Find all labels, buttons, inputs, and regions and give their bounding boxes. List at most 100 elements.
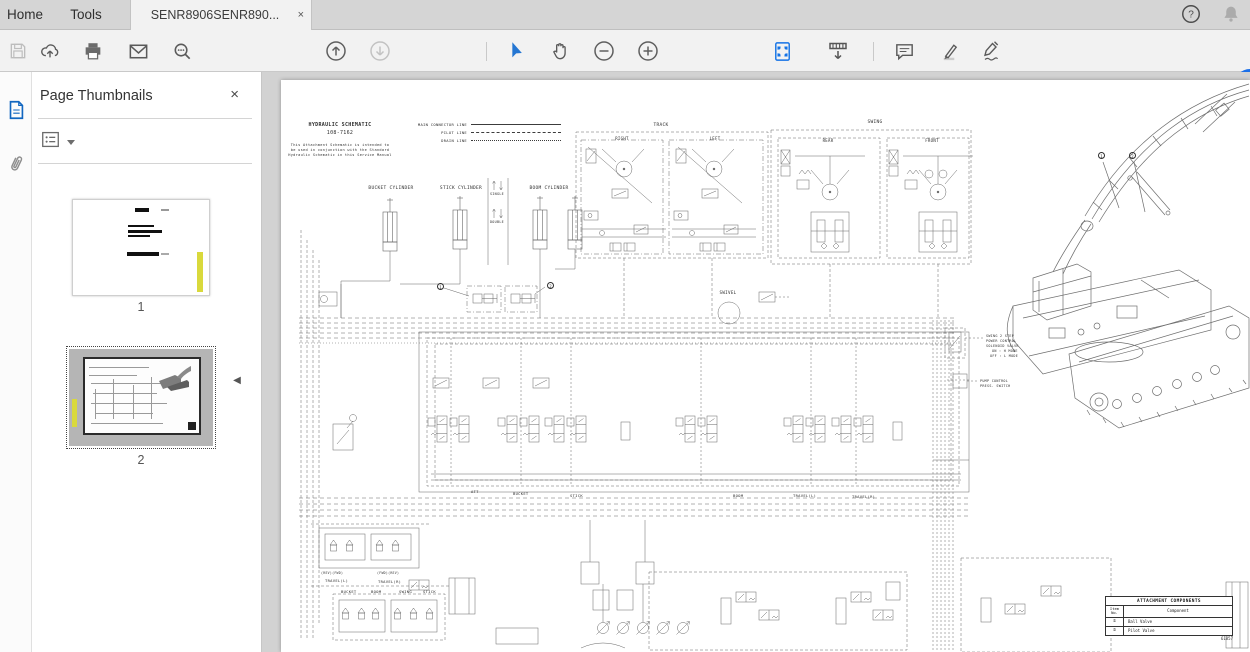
table-row: ① Ball Valve — [1106, 618, 1232, 627]
schematic-label: SWING — [867, 121, 882, 126]
tab-bar: Home Tools SENR8906SENR890... × ? — [0, 0, 1250, 30]
attachments-tab[interactable] — [4, 152, 28, 176]
schematic-label: RIGHT — [615, 137, 629, 141]
comment-button[interactable] — [892, 39, 916, 63]
fit-page-icon — [771, 40, 794, 63]
acrobat-window: Home Tools SENR8906SENR890... × ? — [0, 0, 1250, 652]
zoom-in-button[interactable] — [636, 39, 660, 63]
schematic-label: TRAVEL(L) — [325, 579, 348, 583]
tab-home[interactable]: Home — [0, 0, 50, 30]
schematic-callout: 2 — [547, 282, 554, 289]
close-tab-icon[interactable]: × — [298, 0, 304, 30]
close-panel-button[interactable]: × — [230, 86, 239, 103]
schematic-label: SOLENOID VALVE — [986, 345, 1019, 348]
schematic-label: FRONT — [925, 139, 939, 143]
page-thumbnails-icon — [5, 98, 27, 122]
schematic-label: STICK CYLINDER — [440, 187, 482, 192]
page-2-number: 2 — [66, 453, 216, 467]
thumbnail-page-2-selected[interactable]: 2 — [66, 346, 216, 467]
notifications-button[interactable] — [1220, 3, 1242, 30]
table-row: ② Pilot Valve — [1106, 627, 1232, 635]
line-legend: MAIN CONNECTOR LINE PILOT LINE DRAIN LIN… — [399, 120, 561, 144]
save-icon — [8, 41, 28, 61]
document-tab-title: SENR8906SENR890... — [151, 8, 280, 22]
page-down-button[interactable] — [368, 39, 392, 63]
share-upload-button[interactable] — [38, 39, 62, 63]
paperclip-icon — [1, 148, 32, 181]
sign-button[interactable] — [979, 39, 1003, 63]
schematic-label: SWING 2 STEP — [986, 335, 1014, 338]
print-icon — [82, 40, 104, 62]
select-cursor-icon — [505, 40, 527, 62]
save-button[interactable] — [6, 39, 30, 63]
drawing-number: 61857 — [1181, 636, 1233, 641]
legend-label: DRAIN LINE — [399, 138, 467, 143]
schematic-label: HYDRAULIC SCHEMATIC — [309, 123, 372, 128]
panel-title: Page Thumbnails — [40, 88, 153, 104]
excavator-drawing — [1007, 84, 1249, 428]
minus-circle-icon — [592, 39, 616, 63]
zoom-out-button[interactable] — [592, 39, 616, 63]
schematic-label: (REV)(FWD) — [321, 572, 343, 575]
collapse-panel-button[interactable]: ◀ — [231, 368, 243, 394]
cloud-upload-icon — [39, 40, 61, 62]
schematic-label: TRACK — [653, 124, 668, 129]
email-button[interactable] — [126, 39, 150, 63]
schematic-label: BUCKET — [341, 590, 357, 594]
attachment-components-table: ATTACHMENT COMPONENTS ItemNo. Component … — [1105, 596, 1233, 636]
plus-circle-icon — [636, 39, 660, 63]
sign-pen-icon — [979, 39, 1003, 63]
bell-icon — [1220, 3, 1242, 25]
schematic-label: STICK — [570, 494, 583, 498]
toolbar-divider — [486, 42, 487, 61]
options-list-icon — [40, 130, 61, 149]
help-button[interactable]: ? — [1180, 3, 1202, 30]
fit-page-button[interactable] — [770, 39, 794, 63]
schematic-label: POWER CONTROL — [986, 340, 1016, 343]
schematic-label: TRAVEL(R) — [852, 495, 875, 499]
schematic-label: SINGLE — [490, 193, 504, 196]
schematic-label: Hydraulic Schematic in this Service Manu… — [288, 154, 391, 158]
schematic-label: STICK — [423, 590, 436, 594]
arrow-down-circle-icon — [368, 39, 392, 63]
table-title: ATTACHMENT COMPONENTS — [1106, 597, 1232, 606]
schematic-label: PRESS. SWITCH — [980, 385, 1010, 388]
schematic-label: BOOM — [371, 590, 381, 594]
page-1-preview — [72, 199, 210, 296]
tab-document[interactable]: SENR8906SENR890... × — [130, 0, 312, 30]
schematic-label: SWIVEL — [720, 291, 737, 295]
panel-divider — [38, 118, 252, 119]
schematic-label: OFF : L MODE — [990, 355, 1018, 358]
svg-text:?: ? — [1188, 10, 1194, 21]
hand-tool-button[interactable] — [548, 39, 572, 63]
main-toolbar: / 2 33.3% — [0, 30, 1250, 72]
schematic-label: BUCKET — [513, 492, 529, 496]
options-dropdown-caret[interactable] — [67, 140, 75, 145]
legend-dotted-line — [471, 140, 561, 141]
schematic-label: LEFT — [710, 137, 721, 141]
print-button[interactable] — [81, 39, 105, 63]
page-1-number: 1 — [72, 300, 210, 314]
thumbnail-page-1[interactable]: 1 — [72, 199, 210, 314]
select-tool-button[interactable] — [504, 39, 528, 63]
toolbar-divider — [873, 42, 874, 61]
schematic-label: BOOM CYLINDER — [529, 187, 568, 192]
page-thumbnails-tab[interactable] — [4, 98, 28, 122]
schematic-label: BUCKET CYLINDER — [368, 187, 413, 192]
thumbnails-panel: Page Thumbnails × — [32, 72, 262, 652]
help-icon: ? — [1180, 3, 1202, 25]
legend-label: MAIN CONNECTOR LINE — [399, 122, 467, 127]
schematic-label: SWING — [399, 590, 412, 594]
pdf-page[interactable]: MAIN CONNECTOR LINE PILOT LINE DRAIN LIN… — [281, 80, 1250, 652]
panel-divider — [38, 163, 252, 164]
thumbnail-options-button[interactable] — [40, 130, 61, 154]
highlight-button[interactable] — [937, 39, 961, 63]
document-area: MAIN CONNECTOR LINE PILOT LINE DRAIN LIN… — [262, 72, 1250, 652]
scroll-mode-button[interactable] — [826, 39, 850, 63]
tab-tools[interactable]: Tools — [58, 0, 114, 30]
page-up-button[interactable] — [324, 39, 348, 63]
schematic-callout: 1 — [1098, 152, 1105, 159]
search-button[interactable] — [170, 39, 194, 63]
schematic-linework — [281, 80, 1250, 652]
selection-outline — [66, 346, 216, 449]
